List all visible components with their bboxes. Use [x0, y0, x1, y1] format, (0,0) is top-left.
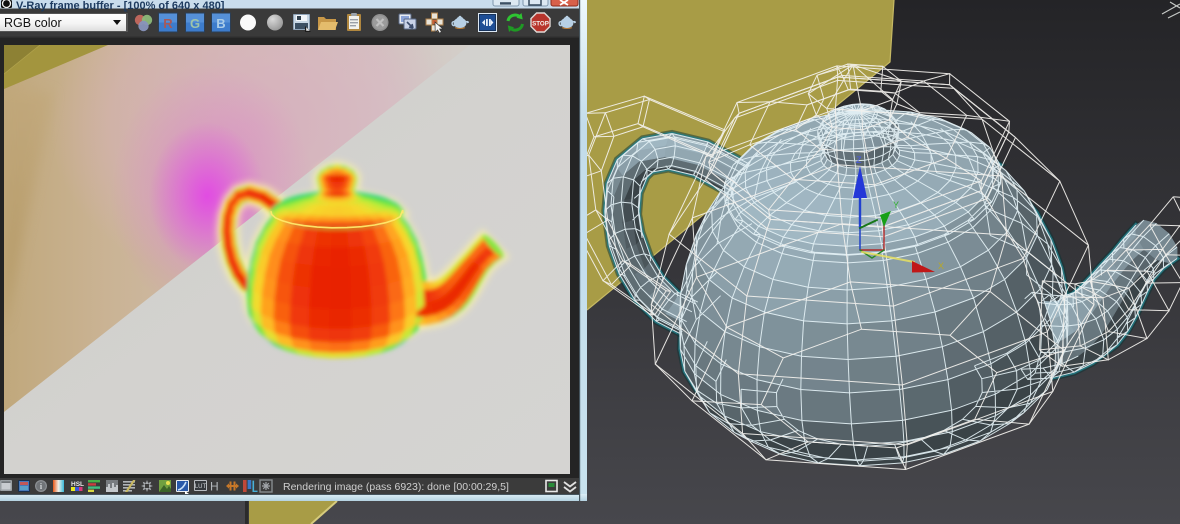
svg-text:V-Ray frame buffer - [100% of: V-Ray frame buffer - [100% of 640 x 480]: [16, 0, 225, 12]
svg-text:RGB color: RGB color: [4, 16, 62, 30]
svg-text:Z: Z: [856, 155, 862, 165]
svg-text:B: B: [216, 16, 225, 31]
svg-text:G: G: [190, 16, 200, 31]
svg-text:R: R: [163, 16, 173, 31]
svg-text:Rendering image (pass 6923): d: Rendering image (pass 6923): done [00:00…: [283, 481, 509, 493]
svg-text:LUT: LUT: [195, 484, 207, 490]
svg-text:HSL: HSL: [71, 481, 84, 488]
svg-text:Y: Y: [893, 200, 899, 210]
svg-text:STOP: STOP: [532, 21, 549, 28]
svg-text:H: H: [210, 480, 219, 494]
svg-text:X: X: [938, 261, 944, 271]
